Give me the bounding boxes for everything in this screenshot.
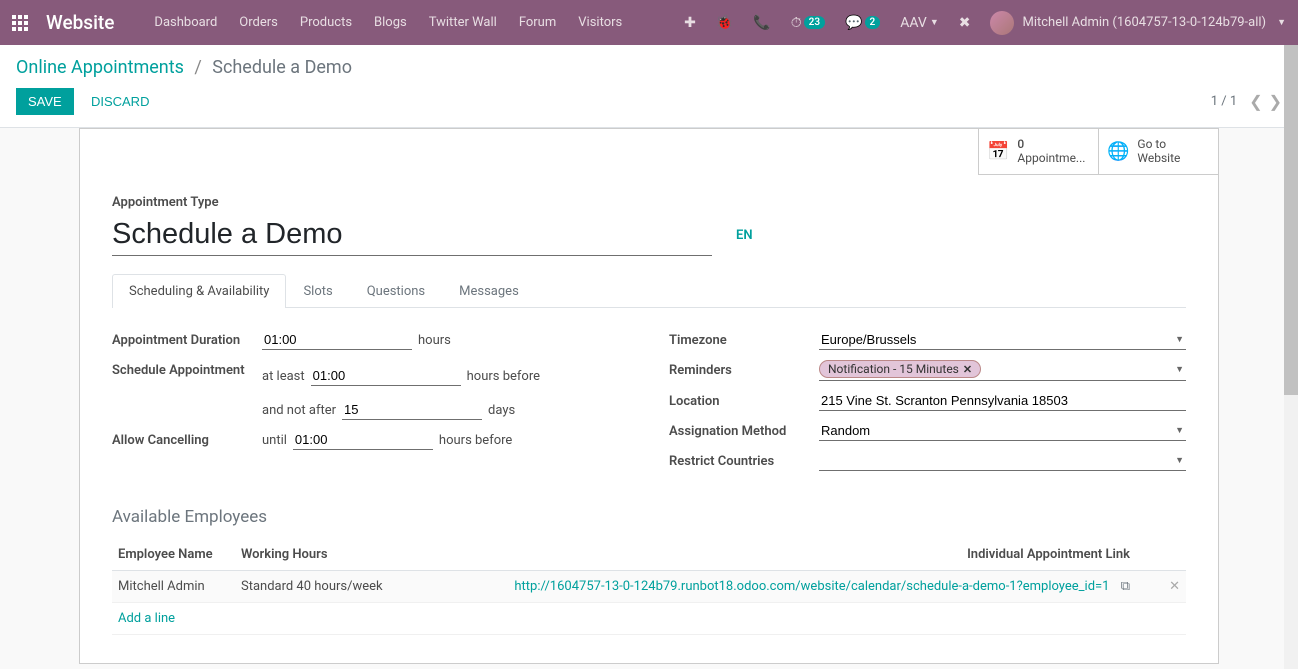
chat-icon[interactable]: 💬2 bbox=[845, 15, 880, 31]
label-timezone: Timezone bbox=[669, 330, 819, 348]
th-employee-name: Employee Name bbox=[112, 539, 235, 571]
tools-icon[interactable]: ✖ bbox=[959, 15, 971, 31]
nav-forum[interactable]: Forum bbox=[519, 15, 556, 30]
pager-count: 1 / 1 bbox=[1211, 94, 1237, 109]
label-assign: Assignation Method bbox=[669, 421, 819, 439]
clock-icon[interactable]: ⏱23 bbox=[791, 15, 825, 31]
until-input[interactable] bbox=[293, 430, 433, 450]
breadcrumb-current: Schedule a Demo bbox=[212, 57, 352, 78]
form-sheet: 📅 0 Appointme... 🌐 Go to Website Appoint… bbox=[79, 128, 1219, 664]
nav-right: ✚ 🐞 📞 ⏱23 💬2 AAV▼ ✖ Mitchell Admin (1604… bbox=[684, 11, 1286, 35]
available-employees-title: Available Employees bbox=[112, 507, 1186, 527]
duration-input[interactable] bbox=[262, 330, 412, 350]
stat-appointments-count: 0 bbox=[1017, 138, 1085, 152]
phone-icon[interactable]: 📞 bbox=[753, 15, 770, 31]
nav-products[interactable]: Products bbox=[300, 15, 352, 30]
avatar-icon bbox=[990, 11, 1014, 35]
form-col-right: Timezone ▼ Reminders bbox=[669, 330, 1186, 481]
assignation-select[interactable] bbox=[819, 421, 1186, 441]
stat-goto-website[interactable]: 🌐 Go to Website bbox=[1098, 129, 1218, 175]
label-location: Location bbox=[669, 391, 819, 409]
stat-appointments-label: Appointme... bbox=[1017, 152, 1085, 166]
reminder-tag-label: Notification - 15 Minutes bbox=[828, 362, 959, 376]
label-duration: Appointment Duration bbox=[112, 330, 262, 348]
breadcrumb-row: Online Appointments / Schedule a Demo bbox=[0, 45, 1298, 78]
duration-unit: hours bbox=[418, 333, 451, 348]
copy-icon[interactable]: ⧉ bbox=[1121, 579, 1130, 594]
breadcrumb: Online Appointments / Schedule a Demo bbox=[16, 57, 352, 78]
breadcrumb-parent[interactable]: Online Appointments bbox=[16, 57, 184, 78]
row-delete-icon[interactable]: ✕ bbox=[1169, 579, 1180, 594]
stat-buttons: 📅 0 Appointme... 🌐 Go to Website bbox=[80, 129, 1218, 175]
appointment-title-input[interactable] bbox=[112, 216, 712, 256]
stat-appointments[interactable]: 📅 0 Appointme... bbox=[978, 129, 1098, 175]
location-input[interactable] bbox=[819, 391, 1186, 411]
aav-menu[interactable]: AAV▼ bbox=[900, 15, 939, 31]
plus-icon[interactable]: ✚ bbox=[684, 15, 696, 31]
chevron-down-icon: ▼ bbox=[1175, 364, 1184, 375]
tab-messages[interactable]: Messages bbox=[442, 274, 536, 308]
employees-table: Employee Name Working Hours Individual A… bbox=[112, 539, 1186, 635]
tab-scheduling[interactable]: Scheduling & Availability bbox=[112, 274, 286, 308]
cell-appointment-link[interactable]: http://1604757-13-0-124b79.runbot18.odoo… bbox=[514, 579, 1109, 594]
pager-prev-icon[interactable]: ❮ bbox=[1249, 92, 1262, 111]
table-row[interactable]: Mitchell Admin Standard 40 hours/week ht… bbox=[112, 571, 1186, 603]
actions-row: Save Discard 1 / 1 ❮ ❯ bbox=[0, 78, 1298, 128]
until-unit: hours before bbox=[439, 433, 512, 448]
until-prefix: until bbox=[262, 433, 287, 448]
at-least-unit: hours before bbox=[467, 369, 540, 384]
table-row-add: Add a line bbox=[112, 603, 1186, 635]
nav-dashboard[interactable]: Dashboard bbox=[154, 15, 217, 30]
chevron-down-icon: ▼ bbox=[1277, 17, 1286, 28]
pager: 1 / 1 ❮ ❯ bbox=[1211, 92, 1282, 111]
stat-goto-label: Go to Website bbox=[1137, 138, 1210, 166]
nav-orders[interactable]: Orders bbox=[239, 15, 278, 30]
timezone-select[interactable] bbox=[819, 330, 1186, 350]
appointment-type-label: Appointment Type bbox=[112, 195, 1186, 210]
nav-menu: Dashboard Orders Products Blogs Twitter … bbox=[154, 15, 684, 30]
cell-working-hours: Standard 40 hours/week bbox=[235, 571, 412, 603]
save-button[interactable]: Save bbox=[16, 88, 74, 115]
not-after-unit: days bbox=[488, 403, 515, 418]
apps-icon[interactable] bbox=[12, 15, 28, 31]
top-navbar: Website Dashboard Orders Products Blogs … bbox=[0, 0, 1298, 45]
globe-icon: 🌐 bbox=[1107, 141, 1129, 162]
lang-link[interactable]: EN bbox=[736, 228, 753, 243]
label-restrict: Restrict Countries bbox=[669, 451, 819, 469]
tab-questions[interactable]: Questions bbox=[350, 274, 442, 308]
at-least-input[interactable] bbox=[311, 366, 461, 386]
add-line-link[interactable]: Add a line bbox=[118, 611, 175, 626]
bug-icon[interactable]: 🐞 bbox=[716, 15, 733, 31]
reminder-tag[interactable]: Notification - 15 Minutes ✕ bbox=[819, 360, 981, 378]
clock-badge: 23 bbox=[804, 16, 825, 29]
pager-next-icon[interactable]: ❯ bbox=[1269, 92, 1282, 111]
tag-remove-icon[interactable]: ✕ bbox=[963, 363, 972, 376]
th-working-hours: Working Hours bbox=[235, 539, 412, 571]
brand-label[interactable]: Website bbox=[46, 11, 114, 34]
label-cancel: Allow Cancelling bbox=[112, 430, 262, 448]
form-tabs: Scheduling & Availability Slots Question… bbox=[112, 274, 1186, 308]
label-reminders: Reminders bbox=[669, 360, 819, 378]
user-menu[interactable]: Mitchell Admin (1604757-13-0-124b79-all)… bbox=[990, 11, 1286, 35]
form-col-left: Appointment Duration hours Schedule Appo… bbox=[112, 330, 629, 481]
not-after-prefix: and not after bbox=[262, 403, 336, 418]
breadcrumb-sep: / bbox=[194, 57, 201, 78]
tab-slots[interactable]: Slots bbox=[286, 274, 349, 308]
cell-employee-name: Mitchell Admin bbox=[112, 571, 235, 603]
nav-twitter-wall[interactable]: Twitter Wall bbox=[429, 15, 497, 30]
th-appointment-link: Individual Appointment Link bbox=[412, 539, 1136, 571]
nav-visitors[interactable]: Visitors bbox=[578, 15, 622, 30]
user-name: Mitchell Admin (1604757-13-0-124b79-all) bbox=[1022, 15, 1266, 30]
chat-badge: 2 bbox=[865, 16, 881, 29]
calendar-icon: 📅 bbox=[987, 141, 1009, 162]
nav-blogs[interactable]: Blogs bbox=[374, 15, 407, 30]
discard-button[interactable]: Discard bbox=[91, 94, 150, 109]
scrollbar[interactable] bbox=[1284, 45, 1298, 669]
not-after-input[interactable] bbox=[342, 400, 482, 420]
at-least-prefix: at least bbox=[262, 369, 305, 384]
restrict-countries-select[interactable] bbox=[819, 451, 1186, 471]
label-schedule: Schedule Appointment bbox=[112, 360, 262, 378]
